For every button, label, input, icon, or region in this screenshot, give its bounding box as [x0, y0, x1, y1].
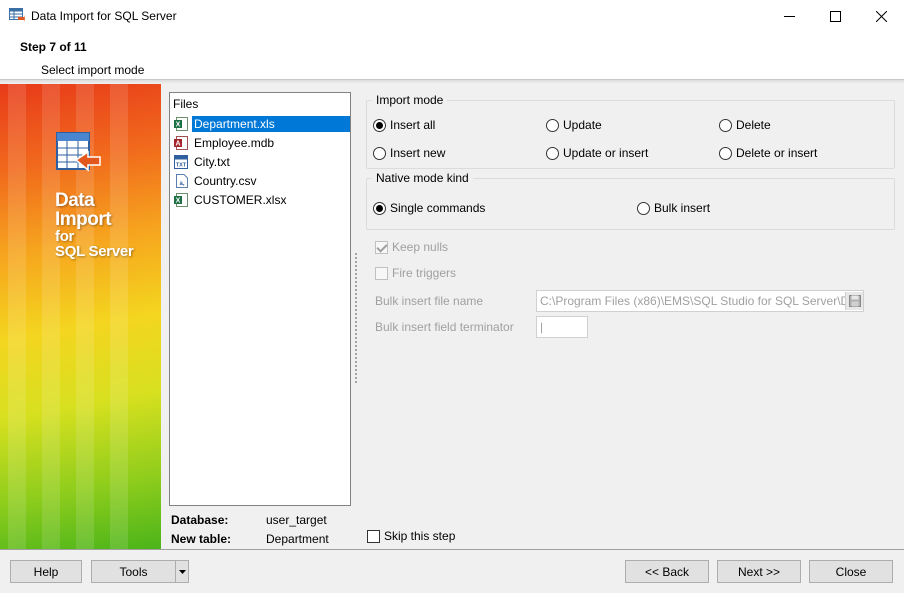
maximize-button[interactable] [812, 0, 858, 32]
database-value: user_target [266, 513, 327, 527]
svg-text:A: A [175, 141, 180, 148]
chevron-down-icon [178, 569, 186, 574]
bulk-terminator-label: Bulk insert field terminator [375, 320, 514, 334]
wizard-header: Step 7 of 11 Select import mode [0, 32, 904, 80]
database-label: Database: [171, 513, 229, 527]
window-title: Data Import for SQL Server [31, 9, 177, 23]
radio-update[interactable]: Update [546, 118, 602, 132]
keep-nulls-checkbox[interactable]: Keep nulls [375, 240, 448, 254]
radio-insert-new[interactable]: Insert new [373, 146, 445, 160]
product-banner: Data Import for SQL Server [0, 84, 161, 549]
svg-text:X: X [176, 198, 181, 205]
svg-text:a,: a, [179, 181, 184, 187]
list-item[interactable]: TXT City.txt [172, 153, 350, 171]
bulk-file-input[interactable]: C:\Program Files (x86)\EMS\SQL Studio fo… [536, 290, 864, 312]
database-table-icon [56, 132, 101, 172]
excel-icon: X [174, 193, 188, 207]
list-item[interactable]: X CUSTOMER.xlsx [172, 191, 350, 209]
new-table-value: Department [266, 532, 329, 546]
footer-divider [0, 549, 904, 550]
radio-update-or-insert[interactable]: Update or insert [546, 146, 648, 160]
save-icon [848, 295, 861, 307]
back-button[interactable]: << Back [625, 560, 709, 583]
fire-triggers-checkbox[interactable]: Fire triggers [375, 266, 456, 280]
radio-delete-or-insert[interactable]: Delete or insert [719, 146, 817, 160]
new-table-label: New table: [171, 532, 232, 546]
csv-file-icon: a, [176, 174, 188, 188]
app-icon [9, 8, 25, 22]
svg-text:X: X [176, 122, 181, 129]
next-button[interactable]: Next >> [717, 560, 801, 583]
files-list[interactable]: Files X Department.xls A Employee.mdb TX… [169, 92, 351, 506]
maximize-icon [829, 10, 841, 22]
panel-splitter[interactable] [354, 252, 358, 384]
excel-icon: X [174, 117, 188, 131]
import-mode-title: Import mode [372, 93, 448, 107]
step-subtitle: Select import mode [41, 63, 145, 77]
list-item[interactable]: X Department.xls [172, 115, 350, 133]
radio-insert-all[interactable]: Insert all [373, 118, 435, 132]
radio-bulk-insert[interactable]: Bulk insert [637, 201, 710, 215]
tools-button[interactable]: Tools [91, 560, 176, 583]
step-indicator: Step 7 of 11 [20, 40, 87, 54]
browse-file-button[interactable] [845, 292, 863, 310]
minimize-button[interactable] [766, 0, 812, 32]
list-item[interactable]: A Employee.mdb [172, 134, 350, 152]
minimize-icon [783, 15, 795, 17]
tools-dropdown-button[interactable] [175, 560, 189, 583]
title-bar: Data Import for SQL Server [0, 0, 904, 32]
text-file-icon: TXT [174, 155, 188, 169]
close-window-button[interactable] [858, 0, 904, 32]
files-header: Files [173, 97, 199, 111]
svg-text:TXT: TXT [176, 163, 187, 169]
radio-single-commands[interactable]: Single commands [373, 201, 485, 215]
close-button[interactable]: Close [809, 560, 893, 583]
radio-delete[interactable]: Delete [719, 118, 771, 132]
banner-logo-text: Data Import for SQL Server [55, 190, 134, 260]
access-icon: A [174, 136, 188, 150]
help-button[interactable]: Help [10, 560, 82, 583]
bulk-file-label: Bulk insert file name [375, 294, 484, 308]
skip-step-checkbox[interactable]: Skip this step [367, 529, 455, 543]
list-item[interactable]: a, Country.csv [172, 172, 350, 190]
native-mode-title: Native mode kind [372, 171, 473, 185]
bulk-terminator-input[interactable]: | [536, 316, 588, 338]
close-icon [875, 10, 887, 22]
